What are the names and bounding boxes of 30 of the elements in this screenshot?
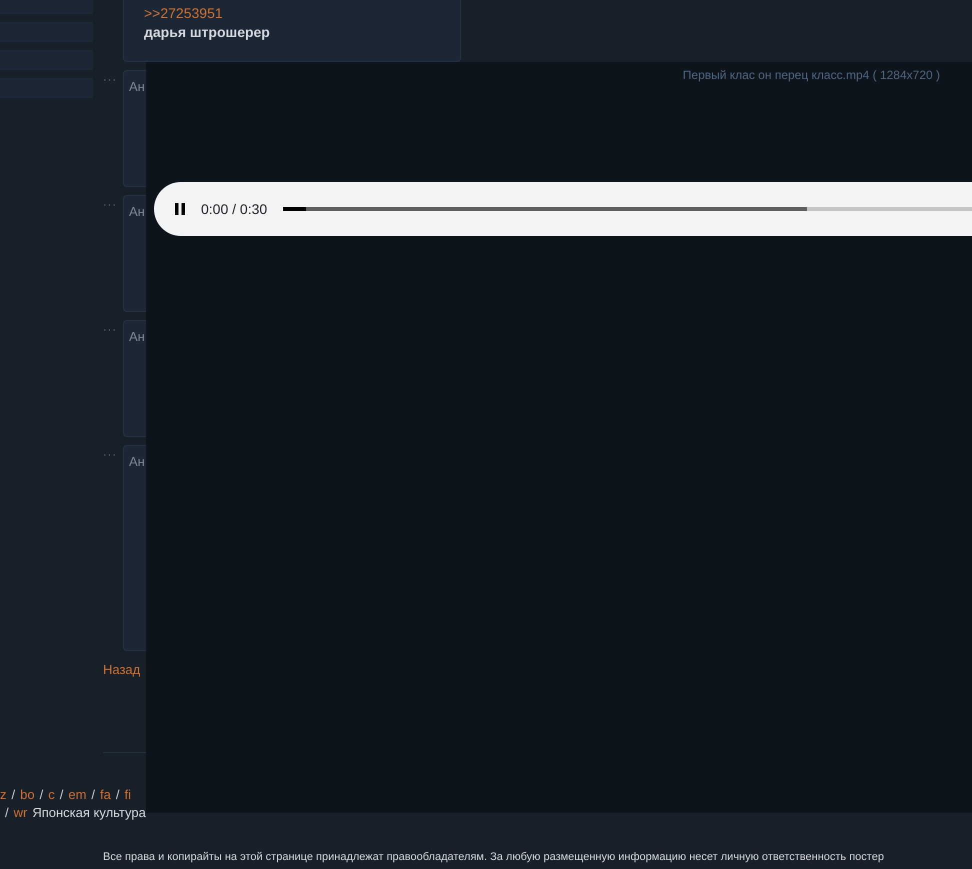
copyright-text: Все права и копирайты на этой странице принадлежат правообладателям. За любую размещенную информацию несет личную ответственность постер — [103, 850, 884, 864]
separator: / — [5, 804, 9, 820]
reply-link[interactable]: >>27253951 — [144, 4, 460, 22]
file-caption: Первый клас он перец класс.mp4 ( 1284x720 ) — [682, 67, 940, 84]
post-menu-button[interactable]: ··· — [103, 195, 123, 312]
separator: / — [60, 786, 64, 802]
separator: / — [12, 786, 16, 802]
post-menu-button[interactable]: ··· — [103, 445, 123, 651]
pause-button[interactable] — [174, 202, 186, 216]
post-author: Ан — [128, 328, 145, 346]
post-author: Ан — [128, 78, 145, 96]
time-display: 0:00 / 0:30 — [201, 200, 268, 218]
post-menu-button[interactable]: ··· — [103, 70, 123, 187]
post-author: Ан — [128, 203, 145, 221]
board-link[interactable]: z — [0, 786, 6, 802]
board-link[interactable]: wr — [14, 804, 28, 820]
board-link[interactable]: bo — [20, 786, 35, 802]
post-menu-button[interactable]: ··· — [103, 320, 123, 437]
board-link[interactable]: fi — [124, 786, 131, 802]
board-link[interactable]: c — [48, 786, 55, 802]
post-author: Ан — [128, 453, 145, 471]
separator: / — [40, 786, 44, 802]
progress-track[interactable] — [283, 207, 972, 211]
board-link[interactable]: fa — [100, 786, 111, 802]
back-link[interactable]: Назад — [103, 660, 140, 680]
separator: / — [91, 786, 96, 802]
separator: / — [116, 786, 120, 802]
board-title: Японская культура — [32, 804, 146, 820]
post-text: дарья штрошерер — [144, 23, 271, 42]
board-link[interactable]: em — [68, 786, 86, 802]
